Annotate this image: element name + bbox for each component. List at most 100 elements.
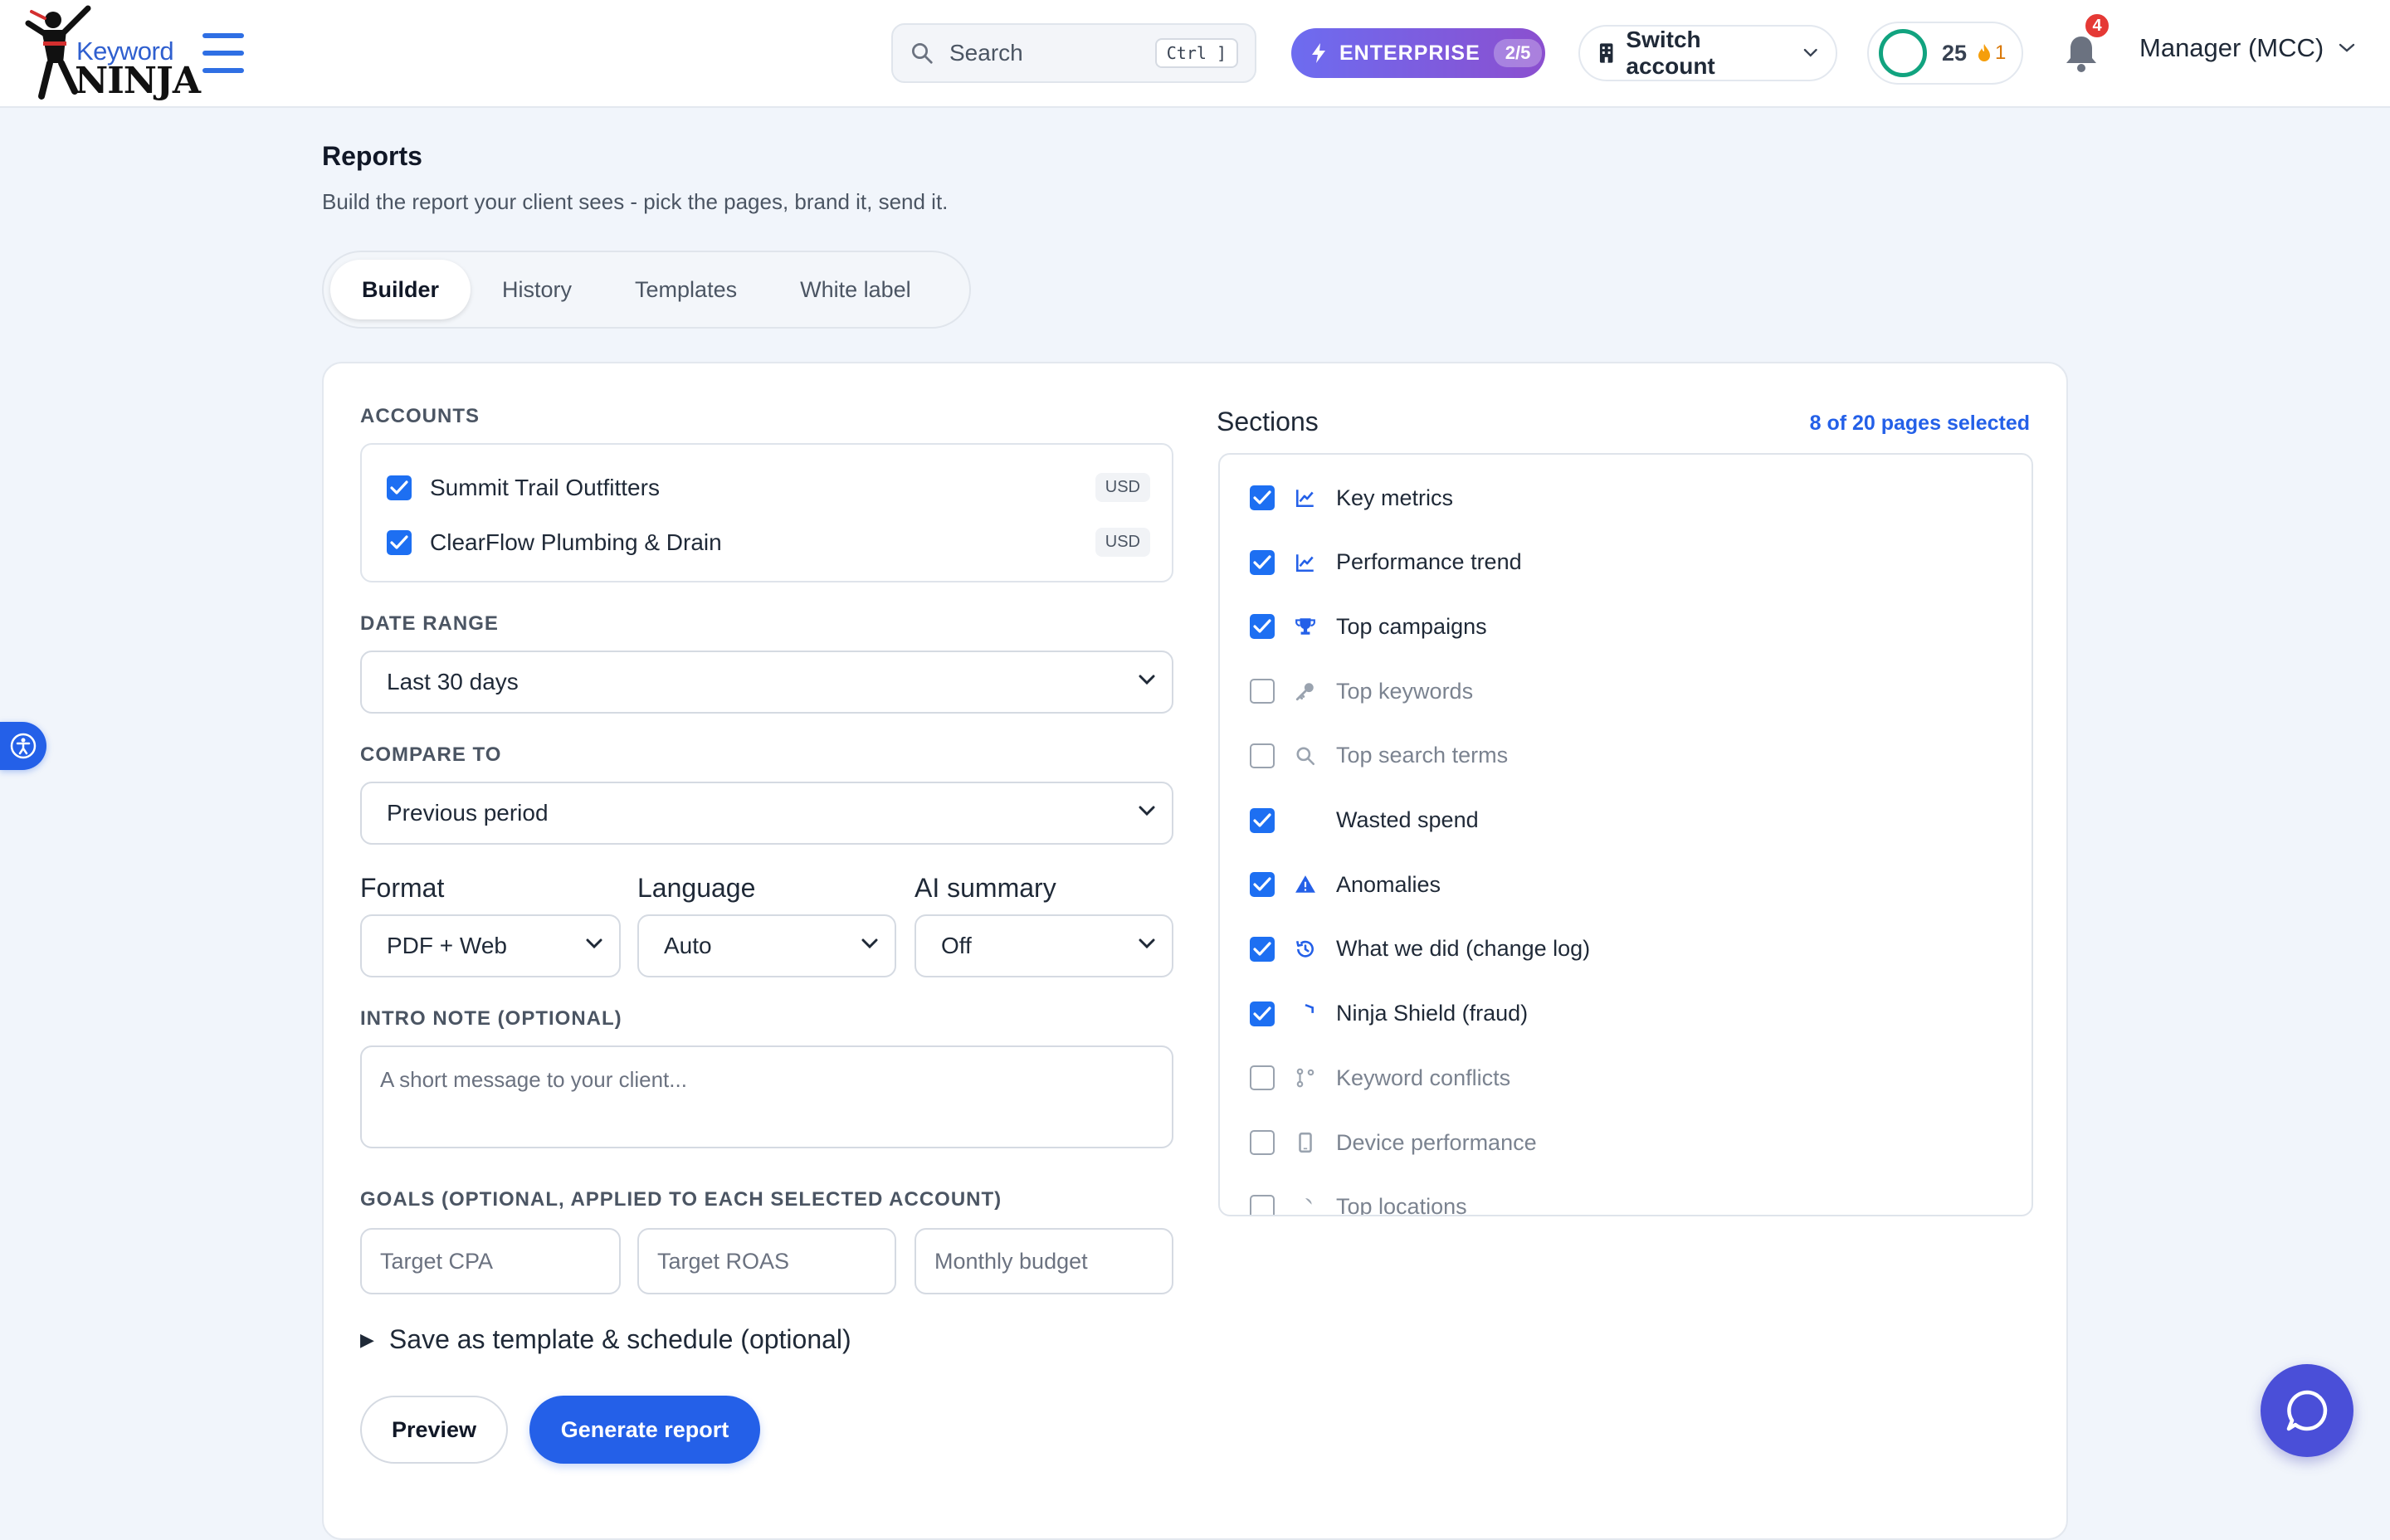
currency-badge: USD [1095, 473, 1150, 502]
section-checkbox[interactable] [1250, 1130, 1275, 1155]
goals-label: GOALS (OPTIONAL, APPLIED TO EACH SELECTE… [360, 1188, 1002, 1211]
accounts-label: ACCOUNTS [360, 405, 480, 427]
section-row[interactable]: Top keywords [1250, 675, 1473, 708]
section-checkbox[interactable] [1250, 1001, 1275, 1026]
checkmark-icon [390, 480, 408, 495]
section-label: Ninja Shield (fraud) [1336, 1001, 1529, 1026]
section-checkbox[interactable] [1250, 549, 1275, 575]
section-checkbox[interactable] [1250, 614, 1275, 640]
language-value: Auto [664, 933, 712, 958]
chat-button[interactable] [2261, 1364, 2353, 1457]
target-cpa-input[interactable]: Target CPA [360, 1228, 621, 1294]
location-icon [1293, 1195, 1318, 1215]
accounts-list: Summit Trail Outfitters USD ClearFlow Pl… [360, 443, 1173, 582]
account-checkbox[interactable] [387, 529, 412, 555]
date-range-select[interactable]: Last 30 days [360, 651, 1173, 714]
switch-account-button[interactable]: Switch account [1578, 25, 1837, 81]
checkmark-icon [1253, 619, 1271, 633]
section-checkbox[interactable] [1250, 743, 1275, 768]
target-roas-placeholder: Target ROAS [657, 1248, 790, 1274]
format-label: Format [360, 873, 445, 903]
language-select[interactable]: Auto [637, 914, 896, 977]
intro-note-textarea[interactable]: A short message to your client... [360, 1045, 1173, 1148]
section-row[interactable]: Wasted spend [1250, 804, 1479, 837]
keyword-ninja-logo[interactable]: Keyword NINJA [25, 5, 201, 102]
logo-ninja-text: NINJA [75, 60, 201, 102]
section-row[interactable]: Anomalies [1250, 868, 1441, 901]
page-title: Reports [322, 141, 422, 171]
accessibility-button[interactable] [0, 722, 46, 770]
accessibility-icon [10, 733, 37, 759]
chevron-down-icon [2339, 43, 2355, 52]
account-row[interactable]: Summit Trail Outfitters USD [387, 473, 1150, 502]
section-checkbox[interactable] [1250, 807, 1275, 833]
account-row[interactable]: ClearFlow Plumbing & Drain USD [387, 528, 1150, 557]
sections-list: Key metrics Performance trend Top campaign… [1218, 453, 2033, 1216]
tab-builder[interactable]: Builder [330, 260, 471, 319]
tab-templates[interactable]: Templates [603, 260, 768, 319]
menu-toggle-button[interactable] [202, 33, 244, 73]
checkmark-icon [390, 534, 408, 549]
compare-select[interactable]: Previous period [360, 782, 1173, 845]
enterprise-plan-badge[interactable]: ENTERPRISE 2/5 [1291, 28, 1545, 78]
chat-bubble-icon [2286, 1390, 2328, 1431]
sections-count: 8 of 20 pages selected [1809, 412, 2030, 435]
section-row[interactable]: Keyword conflicts [1250, 1061, 1510, 1094]
section-checkbox[interactable] [1250, 679, 1275, 704]
chevron-down-icon [861, 938, 878, 949]
search-box[interactable]: Search Ctrl ] [891, 23, 1256, 83]
chevron-down-icon [1803, 48, 1817, 57]
section-row[interactable]: What we did (change log) [1250, 933, 1590, 966]
account-checkbox[interactable] [387, 475, 412, 500]
section-row[interactable]: Performance trend [1250, 546, 1522, 579]
streak-count: 1 [1995, 41, 2007, 64]
page-subtitle: Build the report your client sees - pick… [322, 189, 949, 214]
monthly-budget-input[interactable]: Monthly budget [915, 1228, 1173, 1294]
format-select[interactable]: PDF + Web [360, 914, 621, 977]
checkmark-icon [1253, 812, 1271, 827]
chevron-down-icon [1139, 806, 1155, 816]
ai-summary-label: AI summary [915, 873, 1056, 903]
checkmark-icon [1253, 490, 1271, 504]
generate-report-button[interactable]: Generate report [529, 1396, 760, 1464]
checkmark-icon [1253, 555, 1271, 569]
search-placeholder: Search [949, 40, 1023, 66]
section-checkbox[interactable] [1250, 1065, 1275, 1091]
section-checkbox[interactable] [1250, 872, 1275, 898]
tab-white-label[interactable]: White label [768, 260, 943, 319]
credit-ring [1879, 29, 1927, 77]
intro-note-label: INTRO NOTE (OPTIONAL) [360, 1007, 622, 1030]
section-label: What we did (change log) [1336, 936, 1591, 962]
checkmark-icon [1253, 877, 1271, 891]
currency-badge: USD [1095, 528, 1150, 557]
credits-widget[interactable]: 25 1 [1867, 22, 2023, 85]
section-row[interactable]: Top search terms [1250, 739, 1508, 772]
caret-right-icon: ▶ [360, 1328, 374, 1350]
section-row[interactable]: Top locations [1250, 1191, 1467, 1215]
shield-icon [1293, 1001, 1318, 1026]
section-label: Top search terms [1336, 743, 1509, 768]
checkmark-icon [1253, 942, 1271, 956]
tab-history[interactable]: History [471, 260, 603, 319]
switch-account-label: Switch account [1626, 27, 1715, 79]
notifications-button[interactable]: 4 [2063, 12, 2111, 73]
user-menu[interactable]: Manager (MCC) [2139, 33, 2355, 63]
preview-button[interactable]: Preview [360, 1396, 508, 1464]
menu-line [202, 33, 244, 38]
section-checkbox[interactable] [1250, 485, 1275, 510]
section-checkbox[interactable] [1250, 1194, 1275, 1215]
credits-count: 25 [1942, 40, 1968, 66]
compare-label: COMPARE TO [360, 743, 502, 766]
report-tabs: Builder History Templates White label [322, 251, 971, 329]
date-range-value: Last 30 days [387, 669, 519, 694]
section-row[interactable]: Device performance [1250, 1126, 1537, 1159]
section-checkbox[interactable] [1250, 936, 1275, 962]
section-label: Key metrics [1336, 485, 1454, 510]
section-row[interactable]: Key metrics [1250, 481, 1453, 514]
bolt-icon [1312, 43, 1325, 63]
target-roas-input[interactable]: Target ROAS [637, 1228, 896, 1294]
section-row[interactable]: Top campaigns [1250, 610, 1487, 643]
section-row[interactable]: Ninja Shield (fraud) [1250, 997, 1528, 1031]
ai-summary-select[interactable]: Off [915, 914, 1173, 977]
save-template-toggle[interactable]: ▶ Save as template & schedule (optional) [360, 1324, 851, 1355]
